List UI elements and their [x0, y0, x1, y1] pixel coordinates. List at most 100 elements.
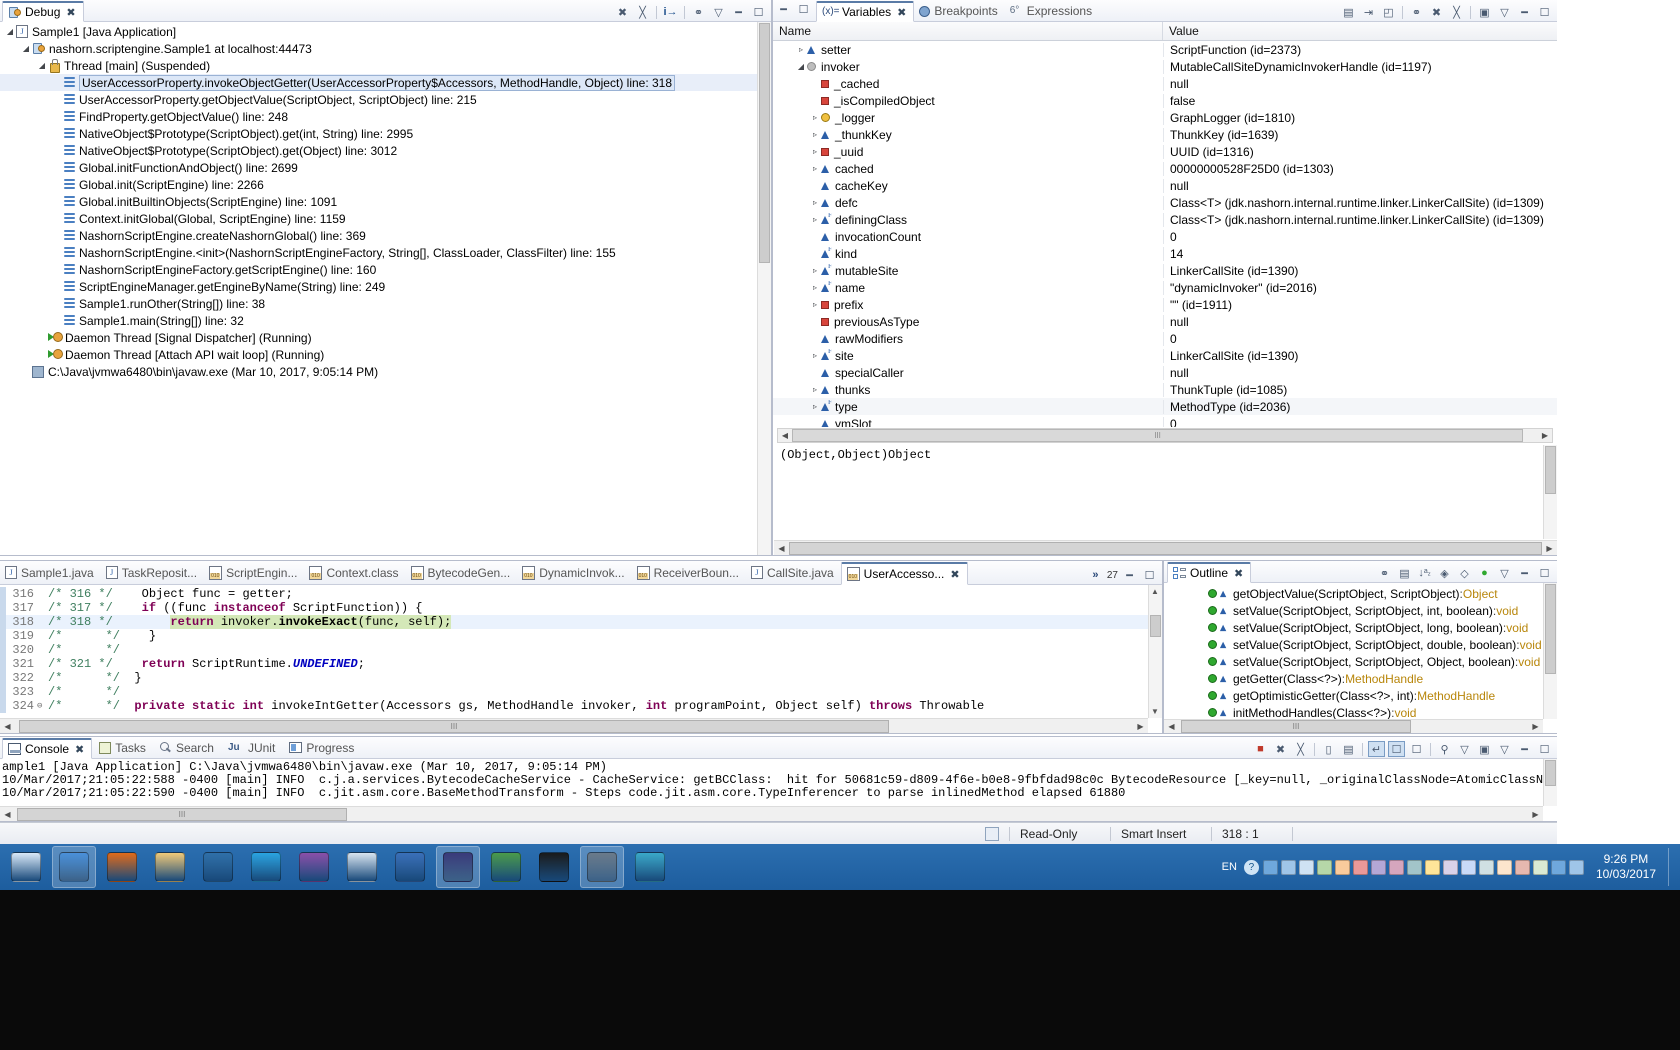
- display-icon[interactable]: [1496, 859, 1512, 875]
- view-menu-icon[interactable]: ▽: [1496, 741, 1513, 757]
- variables-table-row[interactable]: previousAsType null: [773, 313, 1557, 330]
- onedrive-icon[interactable]: [1262, 859, 1278, 875]
- scrollbar-thumb[interactable]: III: [19, 719, 889, 733]
- new-expression-icon[interactable]: ▣: [1476, 4, 1493, 20]
- tab-console[interactable]: Console ✖: [2, 738, 93, 759]
- variables-table-row[interactable]: kind 14: [773, 245, 1557, 262]
- update-icon[interactable]: [1460, 859, 1476, 875]
- shield-icon[interactable]: [1406, 859, 1422, 875]
- outline-tree[interactable]: getObjectValue(ScriptObject, ScriptObjec…: [1164, 583, 1543, 719]
- code-line[interactable]: 324 ⊖/* */ private static int invokeIntGe…: [0, 699, 1148, 713]
- cmd-button[interactable]: [532, 846, 576, 888]
- debug-tree-row[interactable]: C:\Java\jvmwa6480\bin\javaw.exe (Mar 10,…: [0, 363, 757, 380]
- terminate-icon[interactable]: ■: [1252, 741, 1269, 757]
- explorer-button[interactable]: [148, 846, 192, 888]
- thunderbird-button[interactable]: [196, 846, 240, 888]
- scroll-right-arrow[interactable]: ▶: [1538, 431, 1552, 440]
- scrollbar-track[interactable]: [789, 541, 1542, 555]
- tree-twisty[interactable]: ▹: [809, 113, 821, 122]
- code-line[interactable]: 318 /* 318 */ return invoker.invokeExact(…: [0, 615, 1148, 629]
- scroll-right-arrow[interactable]: ▶: [1528, 810, 1543, 819]
- tree-twisty[interactable]: ◢: [36, 61, 48, 70]
- tree-twisty[interactable]: ▹: [809, 130, 821, 139]
- variables-table-row[interactable]: cacheKey null: [773, 177, 1557, 194]
- editor-tab-scriptengin[interactable]: ScriptEngin...: [204, 561, 304, 584]
- close-icon[interactable]: ✖: [897, 6, 906, 19]
- tree-twisty[interactable]: ▹: [809, 164, 821, 173]
- monitor-icon[interactable]: [1388, 859, 1404, 875]
- minimize-icon[interactable]: ━: [1121, 567, 1138, 583]
- e-app-button[interactable]: [484, 846, 528, 888]
- word-wrap-icon[interactable]: ↵: [1368, 741, 1385, 757]
- column-header-name[interactable]: Name: [773, 22, 1163, 40]
- outline-vertical-scrollbar[interactable]: [1543, 583, 1557, 719]
- collapse-all-icon[interactable]: ⇥: [1360, 4, 1377, 20]
- remove-launch-icon[interactable]: ✖: [1272, 741, 1289, 757]
- dropbox-icon[interactable]: [1334, 859, 1350, 875]
- clock[interactable]: 9:26 PM 10/03/2017: [1588, 852, 1664, 882]
- variables-table-row[interactable]: vmSlot 0: [773, 415, 1557, 427]
- vm-button[interactable]: [580, 846, 624, 888]
- debug-tree-row[interactable]: Global.initBuiltinObjects(ScriptEngine) …: [0, 193, 757, 210]
- sort-icon[interactable]: ↓ az: [1416, 565, 1433, 581]
- scrollbar-thumb[interactable]: III: [1181, 720, 1411, 733]
- tree-twisty[interactable]: ◢: [20, 44, 32, 53]
- variables-table-row[interactable]: ▹ setter ScriptFunction (id=2373): [773, 41, 1557, 58]
- variables-table-row[interactable]: ▹ _uuid UUID (id=1316): [773, 143, 1557, 160]
- tab-junit[interactable]: Ju JUnit: [223, 737, 282, 758]
- skype-tray-icon[interactable]: [1370, 859, 1386, 875]
- keyboard-icon[interactable]: [1550, 859, 1566, 875]
- acrobat-icon[interactable]: [1424, 859, 1440, 875]
- scroll-up-arrow[interactable]: ▲: [1151, 587, 1159, 596]
- outline-item[interactable]: getObjectValue(ScriptObject, ScriptObjec…: [1164, 585, 1543, 602]
- skype-button[interactable]: [244, 846, 288, 888]
- focus-on-active-task-icon[interactable]: ⚭: [1376, 565, 1393, 581]
- debug-view-extra-icon[interactable]: ⚭: [690, 4, 707, 20]
- code-line[interactable]: 322 /* */ }: [0, 671, 1148, 685]
- java-icon[interactable]: [1352, 859, 1368, 875]
- variables-table-row[interactable]: rawModifiers 0: [773, 330, 1557, 347]
- tree-twisty[interactable]: ◢: [795, 62, 807, 71]
- code-line[interactable]: 321 /* 321 */ return ScriptRuntime.UNDEFI…: [0, 657, 1148, 671]
- variables-table-row[interactable]: specialCaller null: [773, 364, 1557, 381]
- editor-tab-taskreposit[interactable]: J TaskReposit...: [101, 561, 204, 584]
- code-line[interactable]: 320 /* */: [0, 643, 1148, 657]
- outline-item[interactable]: setValue(ScriptObject, ScriptObject, dou…: [1164, 636, 1543, 653]
- minimize-icon[interactable]: ━: [730, 4, 747, 20]
- close-icon[interactable]: ✖: [950, 568, 959, 581]
- tab-breakpoints[interactable]: Breakpoints: [914, 0, 1004, 21]
- tab-variables[interactable]: (x)= Variables ✖: [816, 1, 915, 22]
- minimize-icon[interactable]: ━: [1516, 741, 1533, 757]
- hide-static-icon[interactable]: ◇: [1456, 565, 1473, 581]
- debug-tree-row[interactable]: Daemon Thread [Attach API wait loop] (Ru…: [0, 346, 757, 363]
- outline-item[interactable]: setValue(ScriptObject, ScriptObject, Obj…: [1164, 653, 1543, 670]
- scrollbar-thumb[interactable]: [1545, 584, 1556, 674]
- scrollbar-thumb[interactable]: [789, 541, 1542, 555]
- tab-expressions[interactable]: 6° Expressions: [1005, 0, 1099, 21]
- view-menu-icon[interactable]: ▽: [1496, 565, 1513, 581]
- debug-tree-row[interactable]: Sample1.runOther(String[]) line: 38: [0, 295, 757, 312]
- debug-tree-row[interactable]: UserAccessorProperty.invokeObjectGetter(…: [0, 74, 757, 91]
- scroll-left-arrow[interactable]: ◀: [0, 722, 15, 731]
- outline-horizontal-scrollbar[interactable]: ◀ III ▶: [1164, 719, 1543, 733]
- debug-tree-row[interactable]: Daemon Thread [Signal Dispatcher] (Runni…: [0, 329, 757, 346]
- maximize-icon[interactable]: ☐: [795, 1, 812, 17]
- collapse-all-icon[interactable]: ▤: [1396, 565, 1413, 581]
- debug-tree-row[interactable]: NashornScriptEngine.<init>(NashornScript…: [0, 244, 757, 261]
- editor-tab-contextclass[interactable]: Context.class: [304, 561, 405, 584]
- scroll-left-arrow[interactable]: ◀: [0, 810, 15, 819]
- debug-tree-row[interactable]: UserAccessorProperty.getObjectValue(Scri…: [0, 91, 757, 108]
- close-icon[interactable]: ✖: [66, 6, 75, 19]
- tree-twisty[interactable]: ▹: [809, 351, 821, 360]
- scroll-right-arrow[interactable]: ▶: [1528, 722, 1543, 731]
- detail-pane-vertical-scrollbar[interactable]: [1543, 445, 1557, 539]
- variables-table-row[interactable]: _cached null: [773, 75, 1557, 92]
- debug-tree-row[interactable]: NativeObject$Prototype(ScriptObject).get…: [0, 125, 757, 142]
- word-button[interactable]: [388, 846, 432, 888]
- tree-twisty[interactable]: ▹: [809, 300, 821, 309]
- step-into-selection-icon[interactable]: i→: [662, 4, 679, 20]
- variables-table-row[interactable]: ▹ type MethodType (id=2036): [773, 398, 1557, 415]
- console-vertical-scrollbar[interactable]: [1543, 759, 1557, 806]
- close-icon[interactable]: ✖: [75, 743, 84, 756]
- variables-table-row[interactable]: ▹ prefix "" (id=1911): [773, 296, 1557, 313]
